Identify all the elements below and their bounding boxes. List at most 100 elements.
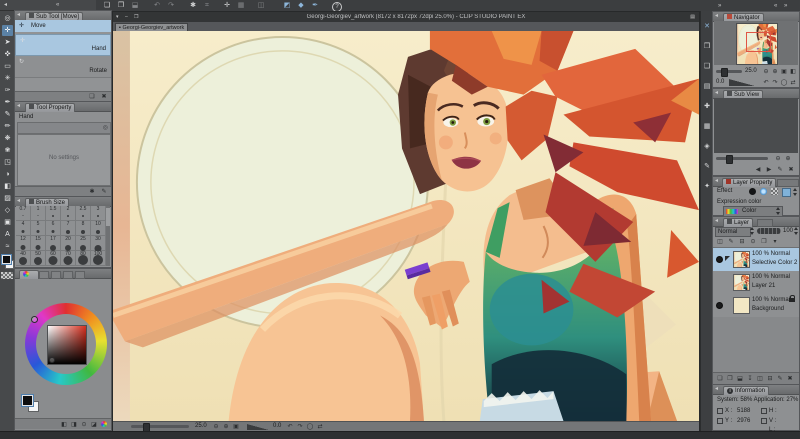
navigator-rotate-slider[interactable]: [729, 79, 755, 86]
open-file-icon[interactable]: ❐: [116, 2, 126, 10]
tool-gradient-icon[interactable]: ▨: [2, 193, 13, 204]
redo-icon[interactable]: ↷: [166, 2, 176, 10]
sub-view-import-icon[interactable]: ✎: [775, 166, 785, 174]
snap-special-icon[interactable]: ◆: [296, 2, 306, 10]
navigator-flip-icon[interactable]: ⇄: [788, 79, 798, 87]
color-half-icon[interactable]: ◨: [69, 421, 79, 429]
palette-close-icon[interactable]: ✕: [702, 23, 712, 31]
crop-view-icon[interactable]: ▦: [236, 2, 246, 10]
brush-size-cell[interactable]: 8: [76, 221, 91, 236]
tool-property-edit-icon[interactable]: ✎: [99, 188, 109, 196]
tool-blend-icon[interactable]: ◑: [2, 169, 13, 180]
brush-size-cell[interactable]: 100: [91, 251, 106, 266]
status-rotate-reset-icon[interactable]: ◯: [305, 423, 315, 431]
color-mixer-tab[interactable]: [63, 271, 73, 279]
status-zoom-slider[interactable]: [131, 425, 189, 428]
layer-ruler-icon[interactable]: ▾: [770, 238, 780, 246]
brush-size-cell[interactable]: 2: [61, 206, 76, 221]
color-slider-tab[interactable]: [39, 271, 49, 279]
status-rotate-right-icon[interactable]: ↷: [295, 423, 305, 431]
tool-selection-icon[interactable]: ▭: [2, 61, 13, 72]
brush-size-collapse-icon[interactable]: ◂: [17, 196, 20, 206]
settings-icon[interactable]: ✱: [188, 2, 198, 10]
status-fit-icon[interactable]: ▣: [231, 423, 241, 431]
brush-size-cell[interactable]: 6: [46, 221, 61, 236]
material-paper-palette-icon[interactable]: ▤: [702, 83, 712, 91]
layer-property-collapse-icon[interactable]: ◂: [715, 176, 718, 186]
status-rotate-left-icon[interactable]: ↶: [285, 423, 295, 431]
brush-size-cell[interactable]: 70: [61, 251, 76, 266]
navigator-collapse-icon[interactable]: ◂: [715, 11, 718, 21]
brush-size-cell[interactable]: 20: [61, 236, 76, 251]
snap-ruler-icon[interactable]: ◩: [282, 2, 292, 10]
layer-mask-icon[interactable]: ◫: [715, 238, 725, 246]
tool-correct-line-icon[interactable]: ≈: [2, 241, 13, 252]
layer-lock-toggle-icon[interactable]: ⊟: [737, 238, 747, 246]
sub-tool-item-hand[interactable]: ✛ Hand: [15, 34, 111, 56]
sv-marker-icon[interactable]: [49, 357, 55, 363]
brush-size-cell[interactable]: 25: [76, 236, 91, 251]
tool-airbrush-icon[interactable]: ❋: [2, 133, 13, 144]
tool-eyedropper-icon[interactable]: ✑: [2, 85, 13, 96]
brush-size-cell[interactable]: 1: [31, 206, 46, 221]
material-tone-palette-icon[interactable]: ▦: [702, 123, 712, 131]
visibility-eye-icon[interactable]: [716, 256, 723, 263]
brush-size-cell[interactable]: 1.5: [46, 206, 61, 221]
brush-size-cell[interactable]: 40: [16, 251, 31, 266]
delete-layer-icon[interactable]: ✖: [785, 375, 795, 383]
grid-icon[interactable]: ⌗: [202, 2, 212, 10]
new-file-icon[interactable]: ❏: [102, 2, 112, 10]
quick-access-palette-icon[interactable]: ❒: [702, 43, 712, 51]
mini-color-wheel-icon[interactable]: [101, 421, 107, 427]
tool-layer-move-icon[interactable]: ✜: [2, 49, 13, 60]
window-list-icon[interactable]: ▤: [690, 12, 695, 22]
window-restore-icon[interactable]: ❐: [134, 12, 138, 22]
auto-action-palette-icon[interactable]: ✦: [702, 183, 712, 191]
tool-property-collapse-icon[interactable]: ◂: [17, 101, 20, 111]
layer-row-selective-color[interactable]: 100 % Normal Selective Color 2: [713, 248, 799, 272]
tool-frame-icon[interactable]: ▣: [2, 217, 13, 228]
effect-tone-icon[interactable]: [771, 188, 778, 195]
effect-stepper[interactable]: [792, 188, 798, 196]
select-launcher-icon[interactable]: ◫: [256, 2, 266, 10]
foreground-color-swatch-large[interactable]: [22, 395, 33, 406]
tool-brush-icon[interactable]: ✏: [2, 121, 13, 132]
tool-text-icon[interactable]: A: [2, 229, 13, 240]
sub-view-canvas[interactable]: [714, 98, 798, 153]
brush-size-cell[interactable]: 4: [16, 221, 31, 236]
status-flip-icon[interactable]: ⇄: [315, 423, 325, 431]
effect-glow-icon[interactable]: [760, 188, 767, 195]
brush-size-cell[interactable]: 2.5: [76, 206, 91, 221]
save-file-icon[interactable]: ⬓: [130, 2, 140, 10]
layer-row-background[interactable]: 100 % Normal Background: [713, 294, 799, 318]
color-square-icon[interactable]: ◪: [89, 421, 99, 429]
status-zoom-in-icon[interactable]: ⊕: [221, 423, 231, 431]
material-add-palette-icon[interactable]: ✚: [702, 103, 712, 111]
window-minimize-icon[interactable]: –: [125, 12, 128, 22]
foreground-color-swatch[interactable]: [2, 255, 11, 264]
brush-size-cell[interactable]: 12: [16, 236, 31, 251]
copy-subtool-icon[interactable]: ❏: [87, 93, 97, 101]
left-column-collapse-icon[interactable]: «: [56, 0, 59, 10]
brush-size-cell[interactable]: 10: [91, 221, 106, 236]
hue-ring[interactable]: [25, 303, 107, 385]
color-set-tab[interactable]: [51, 271, 61, 279]
layer-row-layer21[interactable]: 100 % Normal Layer 21: [713, 271, 799, 295]
color-fill-icon[interactable]: ◧: [59, 421, 69, 429]
layer-property-tab[interactable]: Layer Property: [722, 178, 776, 187]
tool-eraser-icon[interactable]: ◳: [2, 157, 13, 168]
sub-view-zoom-slider[interactable]: [716, 157, 768, 160]
brush-size-cell[interactable]: 17: [46, 236, 61, 251]
tool-pencil-icon[interactable]: ✎: [2, 109, 13, 120]
apply-mask-icon[interactable]: ⊟: [765, 375, 775, 383]
information-tab[interactable]: iInformation: [723, 386, 769, 395]
opacity-slider[interactable]: [757, 228, 781, 234]
tool-auto-select-icon[interactable]: ✳: [2, 73, 13, 84]
blend-mode-dropdown[interactable]: Normal: [715, 227, 751, 237]
sub-tool-item-rotate[interactable]: ↻ Rotate: [15, 56, 111, 78]
new-layer-icon[interactable]: ❏: [715, 375, 725, 383]
tool-operation-icon[interactable]: ➤: [2, 37, 13, 48]
search-layer-tab[interactable]: [777, 179, 799, 187]
navigator-preview-area[interactable]: [714, 21, 798, 65]
effect-layer-color-icon[interactable]: [782, 188, 791, 197]
